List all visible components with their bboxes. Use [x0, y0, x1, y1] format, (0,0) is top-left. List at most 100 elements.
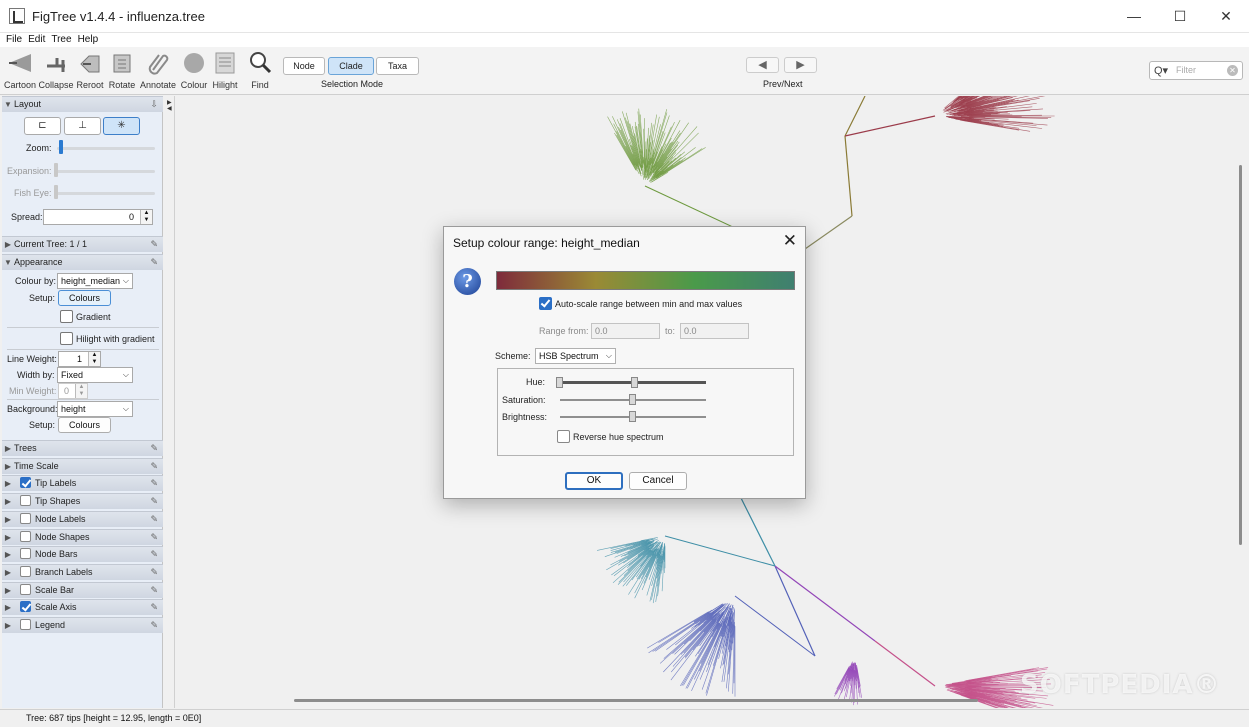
hilight-gradient-checkbox[interactable] — [60, 332, 73, 345]
section-label: Scale Axis — [35, 602, 77, 613]
hue-max-knob[interactable] — [631, 377, 638, 388]
close-window-button[interactable]: ✕ — [1203, 0, 1249, 32]
menu-help[interactable]: Help — [78, 33, 99, 47]
section-scale-axis[interactable]: ▶ Scale Axis ✎ — [2, 599, 163, 616]
pin-icon[interactable]: ✎ — [150, 459, 158, 474]
min-weight-spinner[interactable]: 0 ▲ ▼ — [58, 383, 88, 399]
saturation-knob[interactable] — [629, 394, 636, 405]
current-tree-header[interactable]: ▶ Current Tree: 1 / 1 ✎ — [2, 236, 163, 252]
pin-icon[interactable]: ✎ — [150, 600, 158, 615]
layout-section-header[interactable]: ▼ Layout ⇩ — [2, 96, 163, 112]
search-icon[interactable]: Q▾ — [1154, 64, 1168, 77]
section-checkbox[interactable] — [20, 619, 31, 630]
brightness-knob[interactable] — [629, 411, 636, 422]
section-node-labels[interactable]: ▶ Node Labels ✎ — [2, 510, 163, 527]
width-by-select[interactable]: Fixed ⌵ — [57, 367, 133, 383]
panel-splitter[interactable]: ▶ ◀ — [164, 96, 175, 708]
range-to-input[interactable]: 0.0 — [680, 323, 749, 339]
pin-icon[interactable]: ⇩ — [150, 97, 158, 112]
pin-icon[interactable]: ✎ — [150, 565, 158, 580]
section-tip-shapes[interactable]: ▶ Tip Shapes ✎ — [2, 493, 163, 510]
hilight-button[interactable]: Hilight — [205, 50, 245, 90]
colours-button[interactable]: Colours — [58, 290, 111, 306]
cartoon-button[interactable]: Cartoon — [0, 50, 40, 90]
pin-icon[interactable]: ✎ — [150, 494, 158, 509]
vertical-scrollbar[interactable] — [1239, 165, 1242, 545]
section-tip-labels[interactable]: ▶ Tip Labels ✎ — [2, 475, 163, 492]
clear-filter-icon[interactable]: ✕ — [1227, 65, 1238, 76]
selection-clade-button[interactable]: Clade — [328, 57, 374, 75]
background-colours-button[interactable]: Colours — [58, 417, 111, 433]
maximize-button[interactable]: ☐ — [1157, 0, 1203, 32]
collapsed-triangle-icon: ▶ — [4, 514, 12, 524]
section-checkbox[interactable] — [20, 601, 31, 613]
zoom-slider-knob[interactable] — [58, 140, 63, 154]
pin-icon[interactable]: ✎ — [150, 530, 158, 545]
rotate-button[interactable]: Rotate — [102, 50, 142, 90]
fisheye-slider-track[interactable] — [54, 192, 155, 195]
spinner-arrows-icon[interactable]: ▲ ▼ — [75, 384, 87, 398]
pin-icon[interactable]: ✎ — [150, 255, 158, 270]
background-select[interactable]: height ⌵ — [57, 401, 133, 417]
expansion-slider-track[interactable] — [54, 170, 155, 173]
section-branch-labels[interactable]: ▶ Branch Labels ✎ — [2, 563, 163, 580]
section-checkbox[interactable] — [20, 583, 31, 595]
pin-icon[interactable]: ✎ — [150, 512, 158, 527]
menu-edit[interactable]: Edit — [28, 33, 45, 47]
menu-file[interactable]: File — [6, 33, 22, 47]
spinner-arrows-icon[interactable]: ▲ ▼ — [88, 352, 100, 366]
colour-by-select[interactable]: height_median ⌵ — [57, 273, 133, 289]
annotate-button[interactable]: Annotate — [138, 50, 178, 90]
spinner-arrows-icon[interactable]: ▲ ▼ — [140, 210, 152, 224]
section-node-bars[interactable]: ▶ Node Bars ✎ — [2, 546, 163, 563]
ok-button[interactable]: OK — [565, 472, 623, 490]
selection-taxa-button[interactable]: Taxa — [376, 57, 419, 75]
section-checkbox[interactable] — [20, 477, 31, 489]
radial-layout-button[interactable]: ✳ — [103, 117, 140, 135]
spread-spinner[interactable]: 0 ▲ ▼ — [43, 209, 153, 225]
pin-icon[interactable]: ✎ — [150, 237, 158, 252]
minimize-button[interactable]: — — [1111, 0, 1157, 32]
hue-min-knob[interactable] — [556, 377, 563, 388]
filter-input[interactable]: Q▾ Filter ✕ — [1149, 61, 1243, 80]
cancel-button[interactable]: Cancel — [629, 472, 687, 490]
section-checkbox[interactable] — [20, 530, 31, 542]
section-checkbox[interactable] — [20, 565, 31, 577]
pin-icon[interactable]: ✎ — [150, 476, 158, 491]
polar-layout-button[interactable]: ⊥ — [64, 117, 101, 135]
range-from-label: Range from: — [539, 326, 589, 336]
chevron-down-icon: ⌵ — [122, 370, 129, 379]
find-button[interactable]: Find — [240, 50, 280, 90]
line-weight-spinner[interactable]: 1 ▲ ▼ — [58, 351, 101, 367]
section-checkbox[interactable] — [20, 548, 31, 560]
section-checkbox[interactable] — [20, 512, 31, 524]
next-button[interactable]: ▶ — [784, 57, 817, 73]
horizontal-scrollbar[interactable] — [294, 699, 978, 702]
pin-icon[interactable]: ✎ — [150, 618, 158, 633]
pin-icon[interactable]: ✎ — [150, 547, 158, 562]
scheme-select[interactable]: HSB Spectrum ⌵ — [535, 348, 616, 364]
reverse-hue-checkbox[interactable] — [557, 430, 570, 443]
section-checkbox[interactable] — [20, 495, 31, 507]
dialog-close-button[interactable]: ✕ — [783, 231, 797, 251]
menu-tree[interactable]: Tree — [51, 33, 71, 47]
question-icon: ? — [454, 268, 481, 295]
autoscale-checkbox[interactable] — [539, 297, 552, 310]
range-from-input[interactable]: 0.0 — [591, 323, 660, 339]
rectangle-layout-button[interactable]: ⊏ — [24, 117, 61, 135]
prev-button[interactable]: ◀ — [746, 57, 779, 73]
section-scale-bar[interactable]: ▶ Scale Bar ✎ — [2, 581, 163, 598]
pin-icon[interactable]: ✎ — [150, 441, 158, 456]
selection-node-button[interactable]: Node — [283, 57, 325, 75]
section-trees[interactable]: ▶ Trees ✎ — [2, 440, 163, 456]
section-time-scale[interactable]: ▶ Time Scale ✎ — [2, 457, 163, 474]
expansion-slider-knob[interactable] — [54, 163, 58, 177]
zoom-slider-track[interactable] — [57, 147, 155, 150]
fisheye-slider-knob[interactable] — [54, 185, 58, 199]
section-node-shapes[interactable]: ▶ Node Shapes ✎ — [2, 528, 163, 545]
pin-icon[interactable]: ✎ — [150, 583, 158, 598]
appearance-section-header[interactable]: ▼ Appearance ✎ — [2, 254, 163, 270]
section-legend[interactable]: ▶ Legend ✎ — [2, 617, 163, 633]
gradient-checkbox[interactable] — [60, 310, 73, 323]
reverse-hue-label: Reverse hue spectrum — [573, 432, 664, 442]
